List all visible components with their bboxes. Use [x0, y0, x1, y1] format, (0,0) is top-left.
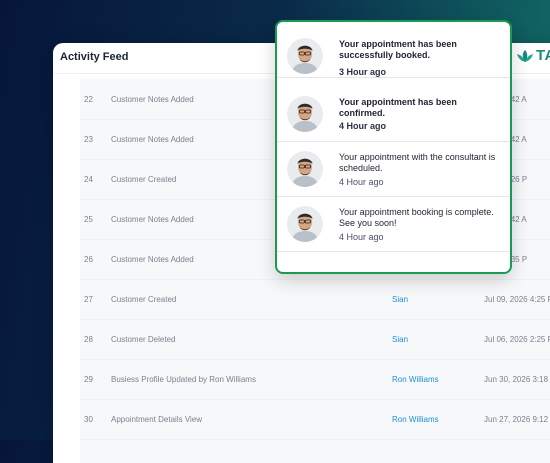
row-date: Jul 06, 2026 2:25 P	[484, 335, 550, 344]
notification-time: 4 Hour ago	[339, 232, 384, 242]
row-number: 25	[84, 215, 93, 224]
avatar	[287, 151, 323, 187]
lotus-icon	[517, 49, 533, 62]
row-description: Busiess Profile Updated by Ron Williams	[111, 375, 256, 384]
row-number: 27	[84, 295, 93, 304]
notification-item[interactable]: Your appointment has been successfully b…	[277, 22, 510, 78]
user-avatar-icon	[287, 151, 323, 187]
row-user-link[interactable]: Sian	[392, 295, 408, 304]
notification-message: Your appointment has been successfully b…	[339, 39, 457, 60]
row-number: 29	[84, 375, 93, 384]
row-description: Customer Deleted	[111, 335, 176, 344]
notification-item[interactable]: Your appointment booking is complete. Se…	[277, 196, 510, 252]
notification-message: Your appointment with the consultant is …	[339, 152, 496, 173]
row-description: Customer Notes Added	[111, 215, 194, 224]
row-number: 22	[84, 95, 93, 104]
table-row[interactable]: 30 Appointment Details View Ron Williams…	[80, 399, 550, 440]
row-user-link[interactable]: Ron Williams	[392, 375, 439, 384]
notifications-popover: Your appointment has been successfully b…	[275, 20, 512, 274]
notification-time: 3 Hour ago	[339, 67, 387, 77]
row-number: 26	[84, 255, 93, 264]
row-description: Customer Notes Added	[111, 135, 194, 144]
notification-message: Your appointment has been confirmed.	[339, 97, 457, 118]
row-number: 24	[84, 175, 93, 184]
avatar	[287, 96, 323, 132]
row-description: Customer Notes Added	[111, 95, 194, 104]
page-title: Activity Feed	[60, 51, 129, 63]
notification-item[interactable]: Your appointment has been confirmed. 4 H…	[277, 86, 510, 142]
row-description: Appointment Details View	[111, 415, 203, 424]
user-avatar-icon	[287, 96, 323, 132]
notification-time: 4 Hour ago	[339, 121, 387, 131]
notification-item[interactable]: Your appointment with the consultant is …	[277, 141, 510, 197]
row-description: Customer Created	[111, 175, 177, 184]
notification-message: Your appointment booking is complete. Se…	[339, 207, 494, 228]
row-number: 28	[84, 335, 93, 344]
table-row[interactable]: 27 Customer Created Sian Jul 09, 2026 4:…	[80, 279, 550, 320]
user-avatar-icon	[287, 206, 323, 242]
row-date: Jun 30, 2026 3:18 P	[484, 375, 550, 384]
table-row[interactable]: 29 Busiess Profile Updated by Ron Willia…	[80, 359, 550, 400]
row-user-link[interactable]: Sian	[392, 335, 408, 344]
brand-logo: TA	[516, 47, 550, 64]
row-date: Jul 09, 2026 4:25 P	[484, 295, 550, 304]
row-user-link[interactable]: Ron Williams	[392, 415, 439, 424]
row-number: 23	[84, 135, 93, 144]
logo-text: TA	[536, 47, 550, 64]
row-number: 30	[84, 415, 93, 424]
row-date: Jun 27, 2026 9:12 A	[484, 415, 550, 424]
avatar	[287, 206, 323, 242]
row-description: Customer Created	[111, 295, 177, 304]
avatar	[287, 38, 323, 74]
notification-time: 4 Hour ago	[339, 177, 384, 187]
row-description: Customer Notes Added	[111, 255, 194, 264]
user-avatar-icon	[287, 38, 323, 74]
table-row[interactable]: 28 Customer Deleted Sian Jul 06, 2026 2:…	[80, 319, 550, 360]
